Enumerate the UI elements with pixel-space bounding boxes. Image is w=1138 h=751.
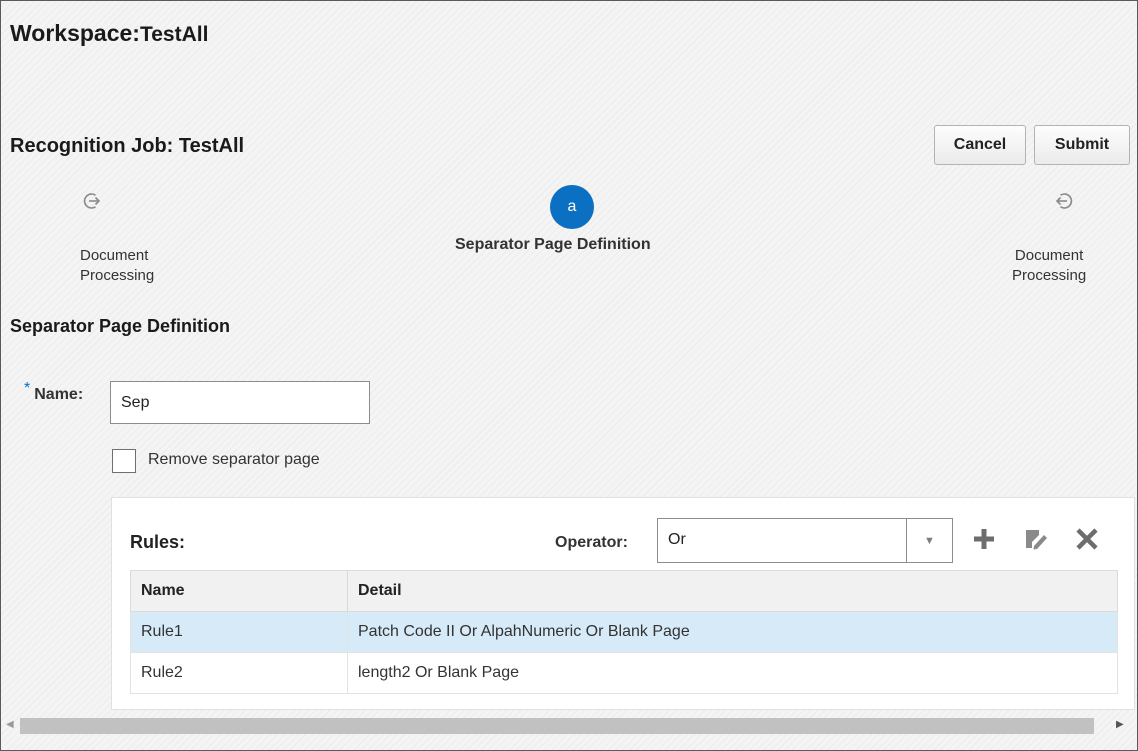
required-marker: * — [24, 380, 31, 397]
column-header-name[interactable]: Name — [130, 570, 348, 612]
scrollbar-thumb[interactable] — [20, 718, 1094, 734]
train-step-next-label[interactable]: Document Processing — [1012, 246, 1086, 286]
workspace-title: Workspace:TestAll — [10, 20, 208, 47]
name-label-text: Name: — [34, 386, 84, 403]
rule-detail-cell: length2 Or Blank Page — [347, 652, 1118, 694]
chevron-down-icon[interactable]: ▼ — [906, 519, 952, 562]
train-step-current-label: Separator Page Definition — [455, 236, 651, 253]
train-step-previous-line2: Processing — [80, 267, 155, 284]
cancel-button[interactable]: Cancel — [934, 125, 1026, 165]
rule-detail-cell: Patch Code II Or AlpahNumeric Or Blank P… — [347, 611, 1118, 653]
add-icon[interactable] — [970, 524, 998, 554]
rule-name-cell: Rule2 — [130, 652, 348, 694]
edit-icon[interactable] — [1022, 524, 1050, 554]
arrow-right-circle-icon[interactable] — [82, 191, 102, 215]
name-field-label: * Name: — [24, 380, 84, 404]
workspace-name: TestAll — [139, 23, 209, 46]
rules-table: Name Detail Rule1 Patch Code II Or Alpah… — [130, 570, 1118, 694]
column-header-detail[interactable]: Detail — [347, 570, 1118, 612]
table-header-row: Name Detail — [130, 570, 1118, 612]
operator-value: Or — [668, 531, 686, 548]
rules-title: Rules: — [130, 532, 186, 552]
table-row[interactable]: Rule1 Patch Code II Or AlpahNumeric Or B… — [130, 611, 1118, 653]
name-input[interactable] — [110, 381, 370, 424]
arrow-left-circle-icon[interactable] — [1054, 191, 1074, 215]
table-row[interactable]: Rule2 length2 Or Blank Page — [130, 652, 1118, 694]
page-title: Recognition Job: TestAll — [10, 135, 245, 157]
train-step-previous-label[interactable]: Document Processing — [80, 246, 154, 286]
section-title: Separator Page Definition — [10, 316, 231, 336]
train-step-previous-line1: Document — [80, 247, 149, 264]
operator-label: Operator: — [555, 534, 628, 551]
horizontal-scrollbar[interactable]: ◀ ▶ — [0, 715, 1138, 739]
remove-separator-label[interactable]: Remove separator page — [148, 451, 320, 469]
workspace-label: Workspace: — [10, 20, 140, 46]
scroll-right-icon[interactable]: ▶ — [1116, 719, 1124, 730]
delete-icon[interactable] — [1072, 524, 1102, 554]
remove-separator-checkbox[interactable] — [112, 449, 136, 473]
rule-name-cell: Rule1 — [130, 611, 348, 653]
train-step-next-line2: Processing — [1012, 267, 1087, 284]
operator-select[interactable]: Or ▼ — [657, 518, 953, 563]
train-step-next-line1: Document — [1014, 247, 1084, 264]
train-step-current-marker: a — [550, 185, 594, 229]
rules-panel: Rules: Operator: Or ▼ Name Detail Rule1 … — [111, 497, 1135, 710]
scroll-left-icon[interactable]: ◀ — [6, 719, 14, 730]
submit-button[interactable]: Submit — [1034, 125, 1130, 165]
